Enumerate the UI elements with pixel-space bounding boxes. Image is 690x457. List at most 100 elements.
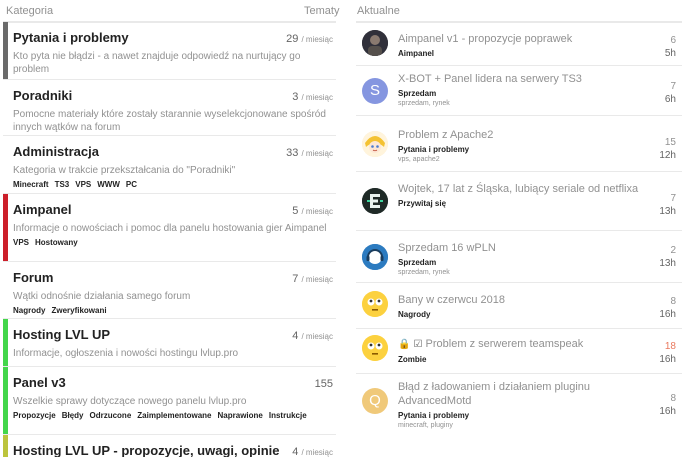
category-count: 33 <box>286 147 299 159</box>
reply-count[interactable]: 6 <box>665 34 676 47</box>
subcategory-link[interactable]: VPS <box>13 237 29 248</box>
subcategory-link[interactable]: Minecraft <box>13 179 49 190</box>
activity-age[interactable]: 6h <box>665 93 676 106</box>
topic-row[interactable]: Problem z Apache2 Pytania i problemy vps… <box>356 116 682 172</box>
subcategory-link[interactable]: Propozycje <box>13 410 56 421</box>
category-description: Pomocne materiały które zostały staranni… <box>13 109 326 133</box>
topic-row[interactable]: S X-BOT + Panel lidera na serwery TS3 Sp… <box>356 66 682 116</box>
category-count: 29 <box>286 33 299 45</box>
topic-title[interactable]: Sprzedam 16 wPLN <box>398 241 654 255</box>
topic-category[interactable]: Sprzedam <box>398 89 654 98</box>
topic-row[interactable]: Wojtek, 17 lat z Śląska, lubiący seriale… <box>356 172 682 231</box>
topic-title[interactable]: Błąd z ładowaniem i działaniem pluginu A… <box>398 380 654 408</box>
category-name[interactable]: Hosting LVL UP - propozycje, uwagi, opin… <box>13 443 336 457</box>
topic-category[interactable]: Zombie <box>398 355 654 364</box>
category-row[interactable]: Forum Wątki odnośnie działania samego fo… <box>3 262 336 319</box>
activity-age[interactable]: 16h <box>659 308 676 321</box>
activity-age[interactable]: 13h <box>659 257 676 270</box>
reply-count[interactable]: 7 <box>665 80 676 93</box>
subcategory-list: Propozycje Błędy Odrzucone Zaimplementowane… <box>13 410 336 421</box>
category-name[interactable]: Forum <box>13 270 336 286</box>
category-count: 5 <box>292 205 299 217</box>
category-row[interactable]: Poradniki Pomocne materiały które został… <box>3 80 336 136</box>
subcategory-link[interactable]: TS3 <box>55 179 70 190</box>
topic-category[interactable]: Przywitaj się <box>398 199 654 208</box>
topic-tags[interactable]: sprzedam, rynek <box>398 269 654 276</box>
avatar-letter: S <box>369 82 380 99</box>
category-color-bar <box>3 435 8 457</box>
topic-row[interactable]: Bany w czerwcu 2018 Nagrody 8 16h <box>356 283 682 329</box>
user-avatar[interactable] <box>362 244 388 270</box>
subcategory-link[interactable]: Hostowany <box>35 237 78 248</box>
category-period: / miesiąc <box>301 275 333 284</box>
reply-count[interactable]: 18 <box>659 340 676 353</box>
category-color-bar <box>3 22 8 79</box>
category-row[interactable]: Administracja Kategoria w trakcie przeks… <box>3 136 336 194</box>
subcategory-link[interactable]: Zaimplementowane <box>137 410 211 421</box>
topic-row[interactable]: 🔒 ☑ Problem z serwerem teamspeak Zombie … <box>356 329 682 374</box>
user-avatar[interactable]: Q <box>362 388 388 414</box>
category-count: 4 <box>292 446 299 457</box>
topic-title[interactable]: Aimpanel v1 - propozycje poprawek <box>398 32 654 46</box>
category-name[interactable]: Poradniki <box>13 88 336 104</box>
subcategory-link[interactable]: WWW <box>97 179 120 190</box>
category-row[interactable]: Pytania i problemy Kto pyta nie błądzi -… <box>3 22 336 80</box>
reply-count[interactable]: 15 <box>659 136 676 149</box>
category-row[interactable]: Hosting LVL UP Informacje, ogłoszenia i … <box>3 319 336 367</box>
topic-category[interactable]: Pytania i problemy <box>398 145 654 154</box>
subcategory-link[interactable]: Instrukcje <box>269 410 307 421</box>
subcategory-link[interactable]: PC <box>126 179 137 190</box>
topic-title[interactable]: Problem z Apache2 <box>398 128 654 142</box>
activity-age[interactable]: 5h <box>665 47 676 60</box>
category-period: / miesiąc <box>301 332 333 341</box>
topic-title[interactable]: Wojtek, 17 lat z Śląska, lubiący seriale… <box>398 182 654 196</box>
topic-row[interactable]: Q Błąd z ładowaniem i działaniem pluginu… <box>356 374 682 442</box>
subcategory-link[interactable]: Nagrody <box>13 305 45 316</box>
topic-title[interactable]: X-BOT + Panel lidera na serwery TS3 <box>398 72 654 86</box>
reply-count[interactable]: 8 <box>659 295 676 308</box>
category-row[interactable]: Panel v3 Wszelkie sprawy dotyczące noweg… <box>3 367 336 435</box>
topic-tags[interactable]: vps, apache2 <box>398 156 654 163</box>
category-row[interactable]: Aimpanel Informacje o nowościach i pomoc… <box>3 194 336 262</box>
subcategory-link[interactable]: Zweryfikowani <box>51 305 106 316</box>
category-description: Informacje, ogłoszenia i nowości hosting… <box>13 348 239 359</box>
category-color-bar <box>3 319 8 366</box>
topic-title[interactable]: Problem z serwerem teamspeak <box>426 338 584 350</box>
category-name[interactable]: Panel v3 <box>13 375 336 391</box>
reply-count[interactable]: 2 <box>659 244 676 257</box>
header-topics[interactable]: Tematy <box>304 0 339 22</box>
topic-row[interactable]: Sprzedam 16 wPLN Sprzedam sprzedam, ryne… <box>356 231 682 283</box>
topic-title[interactable]: Bany w czerwcu 2018 <box>398 293 654 307</box>
subcategory-link[interactable]: VPS <box>75 179 91 190</box>
reply-count[interactable]: 8 <box>659 392 676 405</box>
topic-row[interactable]: Aimpanel v1 - propozycje poprawek Aimpan… <box>356 22 682 66</box>
user-avatar[interactable] <box>362 291 388 317</box>
topic-category[interactable]: Nagrody <box>398 310 654 319</box>
category-color-bar <box>3 367 8 434</box>
user-avatar[interactable] <box>362 188 388 214</box>
category-row[interactable]: Hosting LVL UP - propozycje, uwagi, opin… <box>3 435 336 457</box>
header-latest[interactable]: Aktualne <box>357 0 400 22</box>
user-avatar[interactable] <box>362 335 388 361</box>
reply-count[interactable]: 7 <box>659 192 676 205</box>
user-avatar[interactable] <box>362 30 388 56</box>
header-category[interactable]: Kategoria <box>6 0 53 22</box>
topic-category[interactable]: Sprzedam <box>398 258 654 267</box>
topic-category[interactable]: Aimpanel <box>398 49 654 58</box>
category-description: Informacje o nowościach i pomoc dla pane… <box>13 223 327 234</box>
subcategory-link[interactable]: Odrzucone <box>89 410 131 421</box>
topic-tags[interactable]: sprzedam, rynek <box>398 100 654 107</box>
activity-age[interactable]: 16h <box>659 405 676 418</box>
category-name[interactable]: Hosting LVL UP <box>13 327 336 343</box>
subcategory-link[interactable]: Naprawione <box>218 410 263 421</box>
subcategory-link[interactable]: Błędy <box>62 410 84 421</box>
user-avatar[interactable]: S <box>362 78 388 104</box>
topic-tags[interactable]: minecraft, pluginy <box>398 422 654 429</box>
category-name[interactable]: Aimpanel <box>13 202 336 218</box>
user-avatar[interactable] <box>362 131 388 157</box>
activity-age[interactable]: 12h <box>659 149 676 162</box>
activity-age[interactable]: 13h <box>659 205 676 218</box>
topic-category[interactable]: Pytania i problemy <box>398 411 654 420</box>
activity-age[interactable]: 16h <box>659 353 676 366</box>
category-period: / miesiąc <box>301 149 333 158</box>
